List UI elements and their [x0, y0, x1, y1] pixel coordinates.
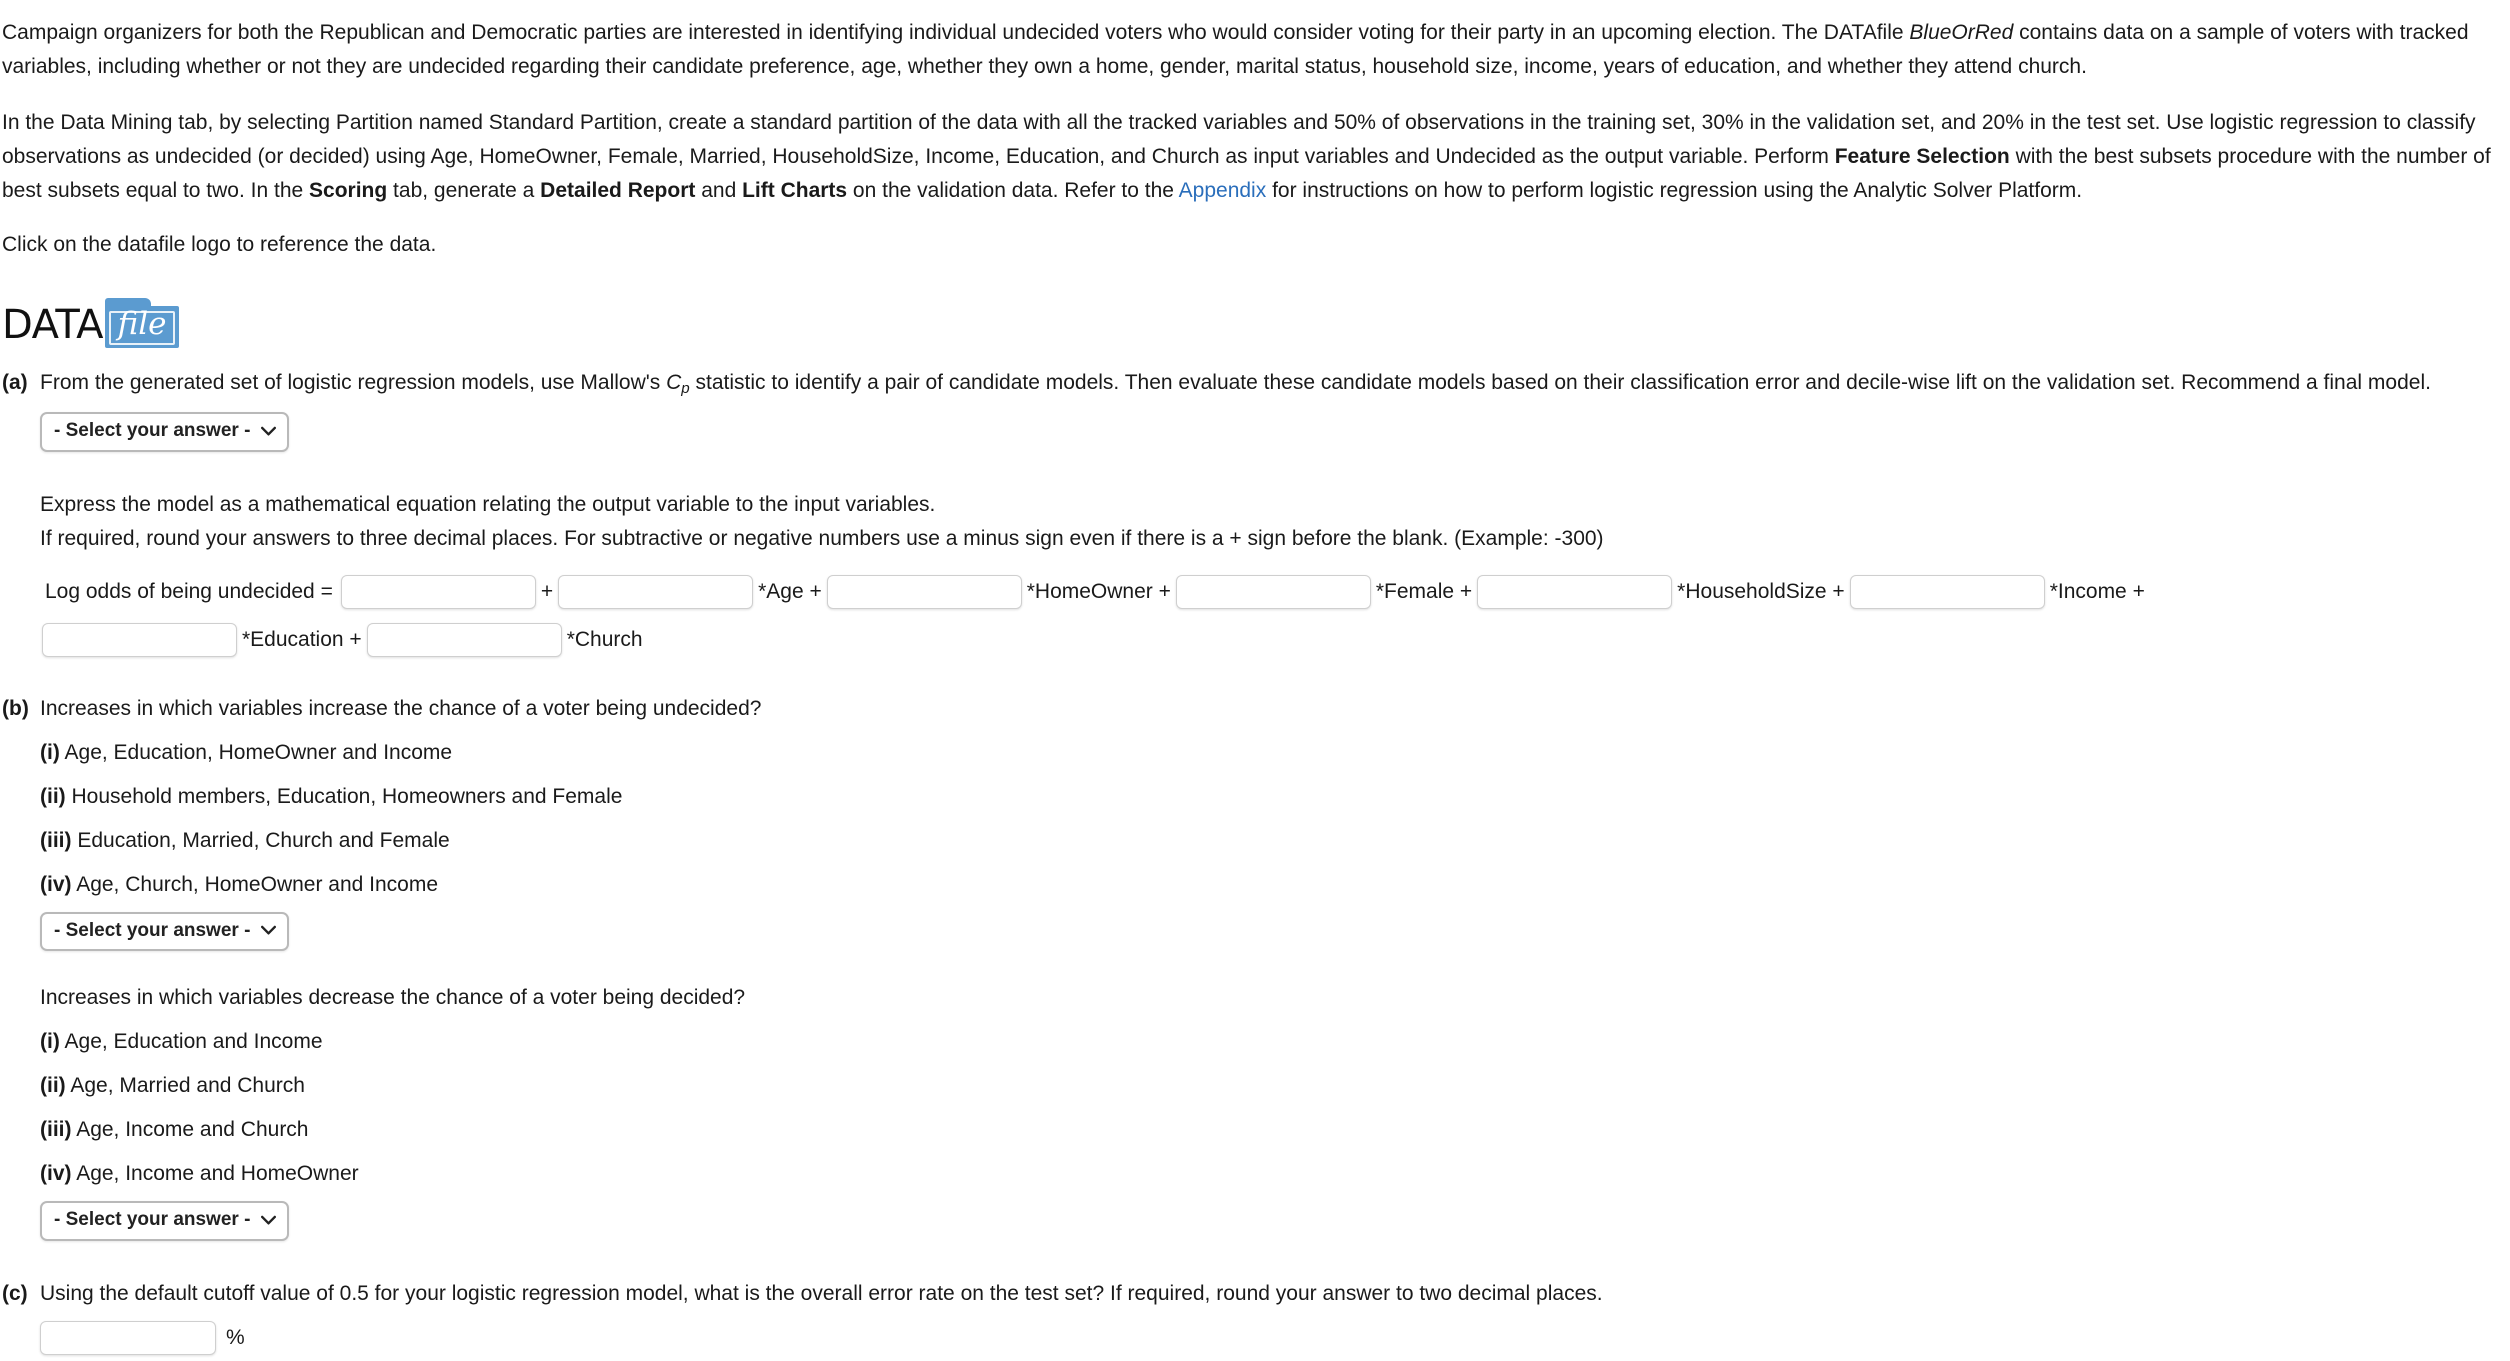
equation-church-coefficient-input[interactable] — [366, 622, 562, 657]
scoring-term: Scoring — [309, 179, 388, 203]
question-b: (b) Increases in which variables increas… — [0, 692, 2510, 1242]
intro-p2-part-g: for instructions on how to perform logis… — [1266, 179, 2083, 203]
appendix-link[interactable]: Appendix — [1179, 179, 1267, 202]
answer-b1-select-wrap: - Select your answer - — [40, 911, 289, 952]
datafile-name: BlueOrRed — [1909, 21, 2014, 44]
equation-female-coefficient-input[interactable] — [1175, 574, 1371, 609]
equation-householdsize-coefficient-input[interactable] — [1477, 574, 1673, 609]
question-c: (c) Using the default cutoff value of 0.… — [0, 1277, 2510, 1356]
option-b2-iii-numeral: (iii) — [40, 1118, 72, 1142]
exercise-page: Campaign organizers for both the Republi… — [0, 0, 2510, 1356]
option-b2-iv[interactable]: (iv) Age, Income and HomeOwner — [40, 1157, 2510, 1191]
question-b1-text: Increases in which variables increase th… — [40, 696, 762, 720]
option-b1-ii[interactable]: (ii) Household members, Education, Homeo… — [40, 780, 2510, 814]
detailed-report-term: Detailed Report — [540, 179, 696, 203]
intro-p2-part-d: tab, generate a — [387, 179, 541, 203]
answer-c-row: % — [40, 1321, 2510, 1356]
option-b1-iv-numeral: (iv) — [40, 872, 72, 896]
intro-p2-part-f: on the validation data. Refer to the — [847, 179, 1179, 203]
answer-b2-select-wrap: - Select your answer - — [40, 1201, 289, 1242]
error-rate-input[interactable] — [40, 1321, 216, 1356]
option-b1-ii-text: Household members, Education, Homeowners… — [71, 784, 623, 808]
option-b2-ii-text: Age, Married and Church — [70, 1074, 305, 1098]
equation-homeowner-label: *HomeOwner + — [1026, 579, 1171, 603]
intro-p2-part-e: and — [695, 179, 743, 203]
answer-b1-select[interactable]: - Select your answer - — [40, 911, 289, 952]
option-b2-i[interactable]: (i) Age, Education and Income — [40, 1025, 2510, 1059]
equation-intercept-input[interactable] — [340, 574, 536, 609]
intro-paragraph-1: Campaign organizers for both the Republi… — [0, 16, 2510, 84]
equation-age-label: *Age + — [758, 579, 822, 603]
question-c-text: Using the default cutoff value of 0.5 fo… — [40, 1282, 1603, 1306]
intro-paragraph-2: In the Data Mining tab, by selecting Par… — [0, 106, 2510, 208]
feature-selection-term: Feature Selection — [1834, 145, 2010, 169]
logodds-equation-line2: *Education + *Church — [40, 618, 2510, 662]
option-b2-iii-text: Age, Income and Church — [76, 1118, 309, 1142]
option-b1-ii-numeral: (ii) — [40, 784, 66, 808]
equation-education-label: *Education + — [242, 627, 362, 651]
datafile-instruction: Click on the datafile logo to reference … — [2, 233, 437, 257]
option-b1-iii[interactable]: (iii) Education, Married, Church and Fem… — [40, 824, 2510, 858]
equation-section: Express the model as a mathematical equa… — [40, 488, 2510, 662]
option-b1-iii-text: Education, Married, Church and Female — [77, 828, 450, 852]
question-b-label: (b) — [2, 696, 29, 720]
option-b1-iv-text: Age, Church, HomeOwner and Income — [76, 872, 439, 896]
datafile-logo-file: file — [117, 306, 167, 343]
logodds-equation: Log odds of being undecided = + *Age + *Hom… — [42, 570, 2510, 614]
lift-charts-term: Lift Charts — [742, 179, 848, 203]
equation-female-label: *Female + — [1375, 579, 1473, 603]
option-b1-i-numeral: (i) — [40, 740, 60, 764]
question-a-text: From the generated set of logistic regre… — [40, 366, 2510, 402]
equation-church-label: *Church — [566, 627, 643, 651]
question-c-label: (c) — [2, 1282, 28, 1306]
equation-householdsize-label: *HouseholdSize + — [1677, 579, 1845, 603]
equation-plus-operator: + — [540, 579, 554, 603]
datafile-logo-word: DATA — [2, 302, 104, 349]
equation-age-coefficient-input[interactable] — [558, 574, 754, 609]
option-b1-i-text: Age, Education, HomeOwner and Income — [64, 740, 453, 764]
option-b2-iv-numeral: (iv) — [40, 1162, 72, 1186]
express-model-text: Express the model as a mathematical equa… — [40, 492, 936, 516]
option-b1-iv[interactable]: (iv) Age, Church, HomeOwner and Income — [40, 868, 2510, 902]
percent-symbol: % — [226, 1326, 245, 1350]
option-b2-i-numeral: (i) — [40, 1030, 60, 1054]
datafile-logo[interactable]: DATA file — [2, 296, 180, 349]
mallows-cp-symbol: C — [666, 371, 682, 395]
option-b2-iv-text: Age, Income and HomeOwner — [76, 1162, 359, 1186]
option-b1-i[interactable]: (i) Age, Education, HomeOwner and Income — [40, 736, 2510, 770]
question-a-label: (a) — [2, 371, 28, 395]
option-b2-iii[interactable]: (iii) Age, Income and Church — [40, 1113, 2510, 1147]
mallows-cp-subscript: p — [681, 380, 690, 398]
rounding-instruction-text: If required, round your answers to three… — [40, 526, 1604, 550]
option-b2-ii-numeral: (ii) — [40, 1074, 66, 1098]
folder-icon: file — [105, 298, 180, 349]
intro-p1-part-a: Campaign organizers for both the Republi… — [2, 21, 1910, 44]
equation-income-label: *Income + — [2049, 579, 2145, 603]
option-b1-iii-numeral: (iii) — [40, 828, 72, 852]
question-a: (a) From the generated set of logistic r… — [0, 366, 2510, 452]
answer-b2-select[interactable]: - Select your answer - — [40, 1201, 289, 1242]
equation-homeowner-coefficient-input[interactable] — [826, 574, 1022, 609]
question-b2-text: Increases in which variables decrease th… — [40, 986, 746, 1010]
option-b2-ii[interactable]: (ii) Age, Married and Church — [40, 1069, 2510, 1103]
answer-a-select[interactable]: - Select your answer - — [40, 411, 289, 452]
option-b2-i-text: Age, Education and Income — [64, 1030, 323, 1054]
equation-education-coefficient-input[interactable] — [42, 622, 237, 657]
equation-lead-label: Log odds of being undecided = — [45, 579, 333, 603]
question-a-text-after: statistic to identify a pair of candidat… — [689, 371, 2431, 395]
answer-a-select-wrap: - Select your answer - — [40, 411, 289, 452]
question-a-text-before: From the generated set of logistic regre… — [40, 371, 667, 395]
equation-income-coefficient-input[interactable] — [1849, 574, 2045, 609]
